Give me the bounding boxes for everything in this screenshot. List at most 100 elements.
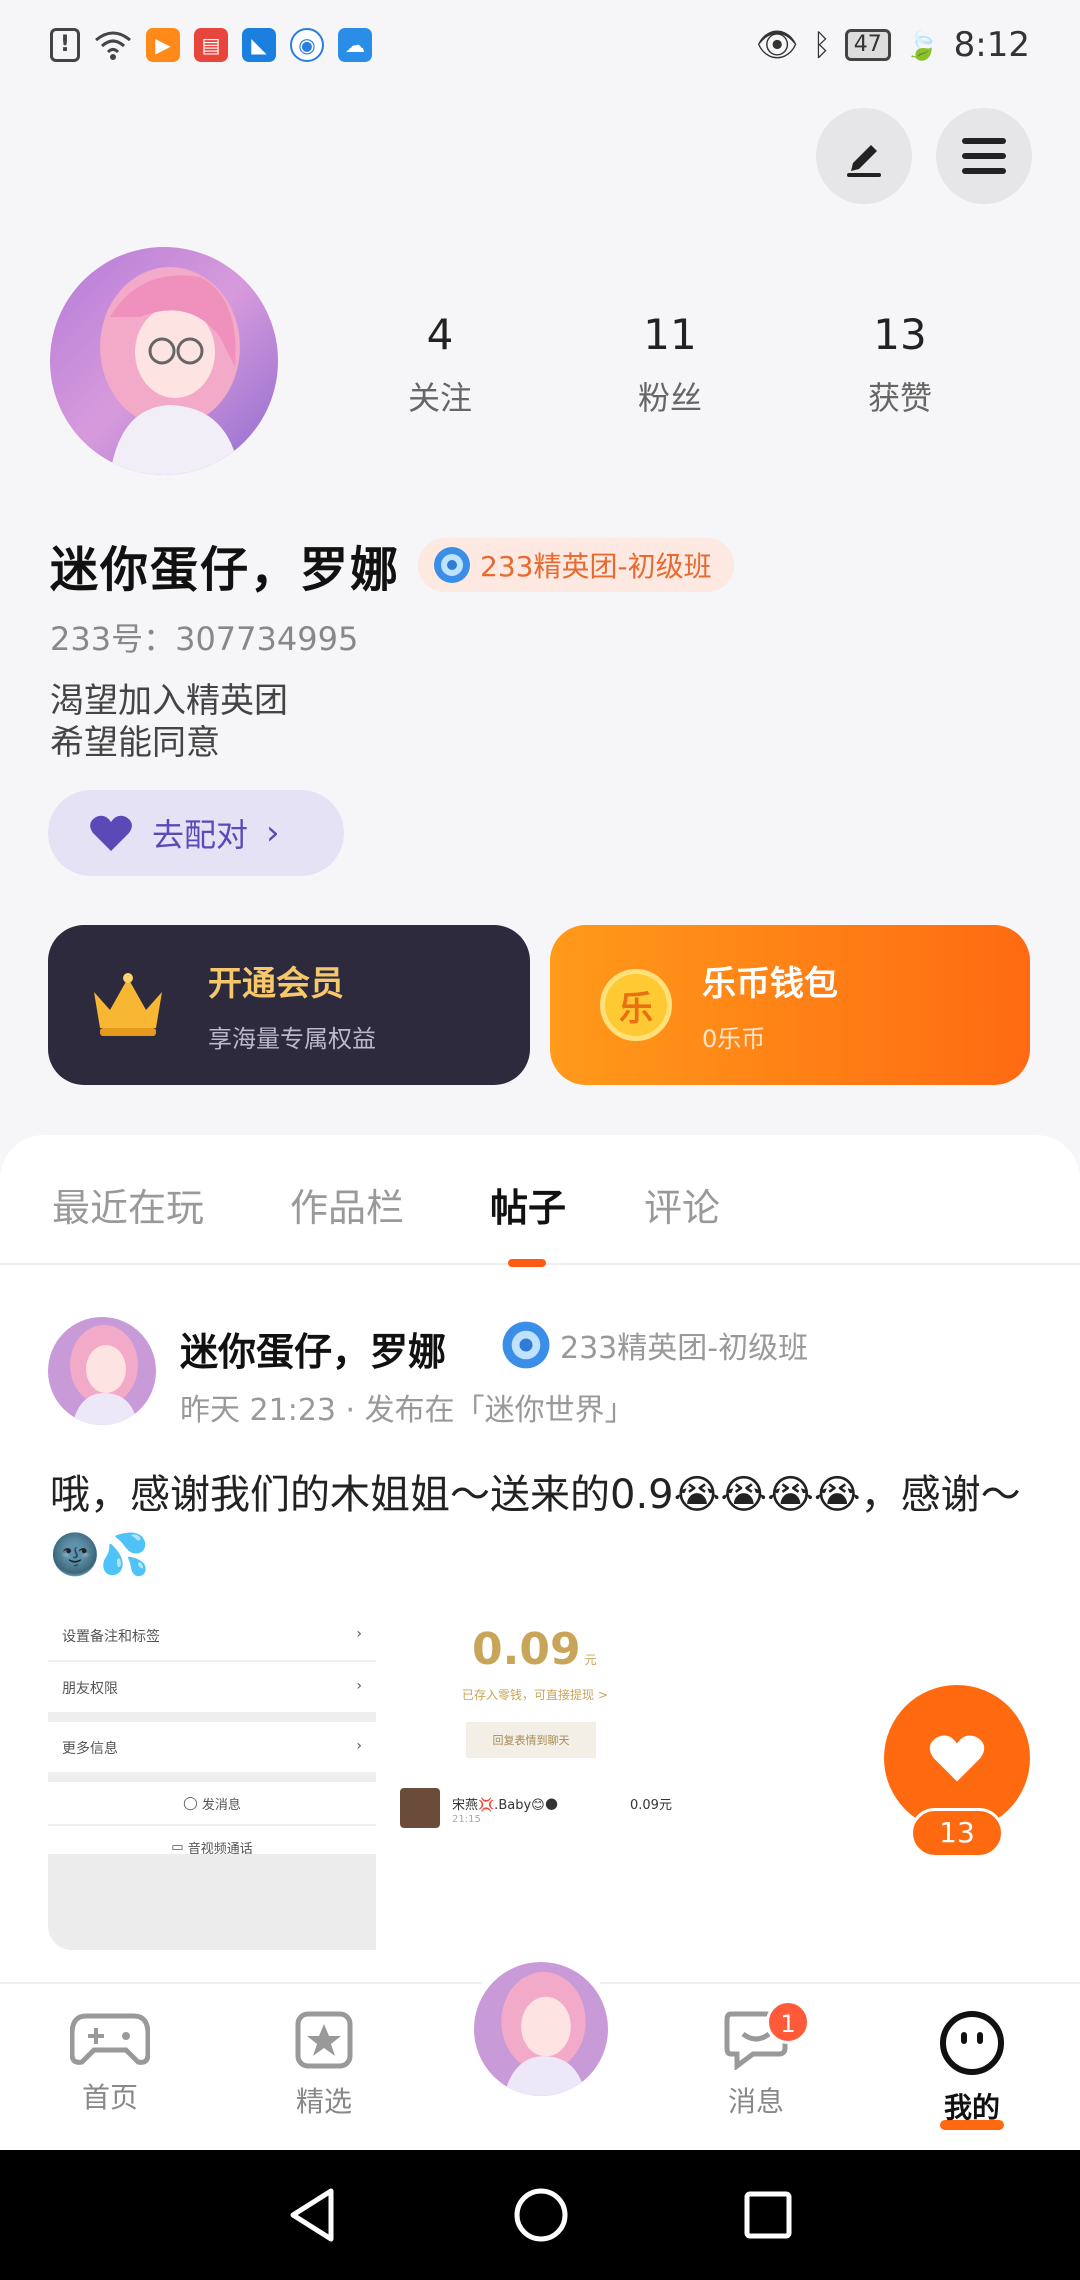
home-icon[interactable]: [513, 2187, 569, 2243]
bottom-nav: 首页 精选 消息 我的: [0, 1954, 1080, 2150]
vip-card-text: 开通会员 享海量专属权益: [208, 956, 376, 1054]
bio-line: 渴望加入精英团: [50, 681, 288, 721]
crown-icon: [94, 973, 162, 1036]
stat-value: 4: [426, 310, 454, 359]
content-panel: 最近在玩 作品栏 帖子 评论 迷你蛋仔，罗娜 233精英团-初级班 昨天 21:…: [0, 1135, 1080, 1985]
eye-icon: 👁: [755, 25, 799, 65]
bio: 渴望加入精英团 希望能同意: [50, 680, 288, 764]
screenshot-right-pane: 0.09 元 已存入零钱，可直接提现 > 回复表情到聊天 宋燕💢.Baby😊🌑 …: [376, 1610, 708, 1950]
profile-tabs: 最近在玩 作品栏 帖子 评论: [0, 1135, 1080, 1267]
pencil-icon: [847, 145, 881, 177]
battery-icon: 47: [844, 29, 891, 61]
screenshot-divider: [48, 1774, 376, 1782]
active-tab-indicator: [508, 1259, 546, 1267]
status-time: 8:12: [953, 25, 1030, 65]
chevron-right-icon: ›: [356, 1626, 362, 1642]
screenshot-row: 设置备注和标签 ›: [48, 1610, 376, 1662]
sender-time: 21:15: [452, 1814, 481, 1825]
post-author-avatar[interactable]: [48, 1317, 156, 1425]
nav-avatar-center[interactable]: [466, 1954, 616, 2104]
vip-card[interactable]: 开通会员 享海量专属权益: [48, 925, 530, 1085]
sender-amount: 0.09元: [630, 1798, 672, 1813]
stat-likes[interactable]: 13 获赞: [830, 310, 970, 419]
badge-label: 233精英团-初级班: [560, 1331, 809, 1366]
stat-label: 获赞: [867, 379, 932, 417]
system-nav-bar: [0, 2150, 1080, 2280]
post-author-badge: 233精英团-初级班: [500, 1319, 808, 1371]
chevron-right-icon: ›: [266, 813, 280, 853]
user-id[interactable]: 233号：307734995: [50, 614, 358, 660]
amount-note: 已存入零钱，可直接提现 >: [462, 1688, 608, 1702]
screenshot-left-pane: 设置备注和标签 › 朋友权限 › 更多信息 › ◯ 发消息 ▭ 音视频通话: [48, 1610, 376, 1950]
nav-home[interactable]: 首页: [50, 2010, 170, 2116]
screenshot-row-label: 朋友权限: [62, 1681, 118, 1697]
sender-name: 宋燕💢.Baby😊🌑: [452, 1798, 559, 1813]
reader-app-icon: ▤: [194, 28, 228, 62]
profile-avatar[interactable]: [50, 247, 278, 475]
screenshot-send-label: 发消息: [201, 1797, 241, 1813]
back-icon[interactable]: [287, 2187, 339, 2243]
post-meta: 昨天 21:23 · 发布在「迷你世界」: [180, 1393, 635, 1428]
menu-button[interactable]: [936, 108, 1032, 204]
profile-stats: 4 关注 11 粉丝 13 获赞: [370, 310, 970, 419]
stat-following[interactable]: 4 关注: [370, 310, 510, 419]
hamburger-menu-icon: [962, 138, 1006, 174]
nav-label: 精选: [295, 2085, 352, 2118]
feishu-app-icon: ◣: [242, 28, 276, 62]
nav-avatar: [474, 1962, 608, 2096]
chevron-right-icon: ›: [356, 1738, 362, 1754]
app-notification-icon: ▶: [146, 28, 180, 62]
nav-label: 首页: [81, 2081, 138, 2114]
wallet-card[interactable]: 乐 乐币钱包 0乐币: [550, 925, 1030, 1085]
screenshot-divider: [48, 1714, 376, 1722]
like-count: 13: [910, 1808, 1004, 1858]
elite-medal-icon: [434, 547, 471, 583]
screenshot-row: 朋友权限 ›: [48, 1662, 376, 1714]
leaf-icon: 🍃: [904, 28, 940, 62]
video-icon: ▭: [171, 1839, 188, 1855]
vip-title: 开通会员: [208, 964, 344, 1004]
tab-recent-games[interactable]: 最近在玩: [52, 1177, 204, 1232]
match-button-label: 去配对: [152, 816, 249, 854]
wallet-subtitle: 0乐币: [702, 1025, 766, 1053]
wifi-icon: [95, 31, 131, 60]
recents-icon[interactable]: [743, 2190, 793, 2240]
post-image[interactable]: 设置备注和标签 › 朋友权限 › 更多信息 › ◯ 发消息 ▭ 音视频通话 0.09 …: [48, 1610, 708, 1950]
alert-icon: !: [50, 28, 80, 62]
post-author-name[interactable]: 迷你蛋仔，罗娜: [180, 1321, 446, 1376]
post-text[interactable]: 哦，感谢我们的木姐姐～送来的0.9😭😭😭😭，感谢～🌚💦: [50, 1465, 1030, 1585]
name-row: 迷你蛋仔，罗娜 233精英团-初级班: [50, 530, 734, 600]
stat-value: 13: [873, 310, 927, 359]
match-button[interactable]: 去配对 ›: [48, 790, 344, 876]
smiley-face-icon: [940, 2011, 1004, 2075]
elite-group-badge[interactable]: 233精英团-初级班: [418, 538, 734, 592]
status-bar: ! ▶ ▤ ◣ ◉ ☁ 👁 ᛒ 47 🍃 8:12: [0, 0, 1080, 90]
screenshot-row-label: 设置备注和标签: [62, 1629, 160, 1645]
badge-label: 233精英团-初级班: [480, 550, 712, 583]
cloud-app-icon: ☁: [338, 28, 372, 62]
chevron-right-icon: ›: [356, 1678, 362, 1694]
status-bar-system: 👁 ᛒ 47 🍃 8:12: [756, 25, 1030, 65]
nav-label: 消息: [727, 2085, 784, 2118]
nav-label: 我的: [943, 2091, 1000, 2124]
bio-line: 希望能同意: [50, 723, 220, 763]
reply-emoji-button: 回复表情到聊天: [466, 1722, 596, 1758]
status-bar-notifications: ! ▶ ▤ ◣ ◉ ☁: [50, 28, 372, 62]
message-count-badge: 1: [766, 2000, 810, 2044]
stat-value: 11: [643, 310, 697, 359]
tab-works[interactable]: 作品栏: [290, 1177, 404, 1232]
tab-posts[interactable]: 帖子: [490, 1177, 566, 1232]
nav-me[interactable]: 我的: [912, 2010, 1032, 2130]
edit-profile-button[interactable]: [816, 108, 912, 204]
nav-featured[interactable]: 精选: [264, 2010, 384, 2120]
heart-icon: [90, 815, 132, 851]
browser-app-icon: ◉: [290, 28, 324, 62]
screenshot-row-label: 更多信息: [62, 1741, 118, 1757]
stat-label: 粉丝: [637, 379, 702, 417]
amount-value: 0.09: [472, 1624, 581, 1675]
tab-comments[interactable]: 评论: [644, 1177, 720, 1232]
anime-girl-avatar-image: [48, 1317, 156, 1425]
stat-followers[interactable]: 11 粉丝: [600, 310, 740, 419]
stat-label: 关注: [407, 379, 472, 417]
sender-avatar: [400, 1788, 440, 1828]
